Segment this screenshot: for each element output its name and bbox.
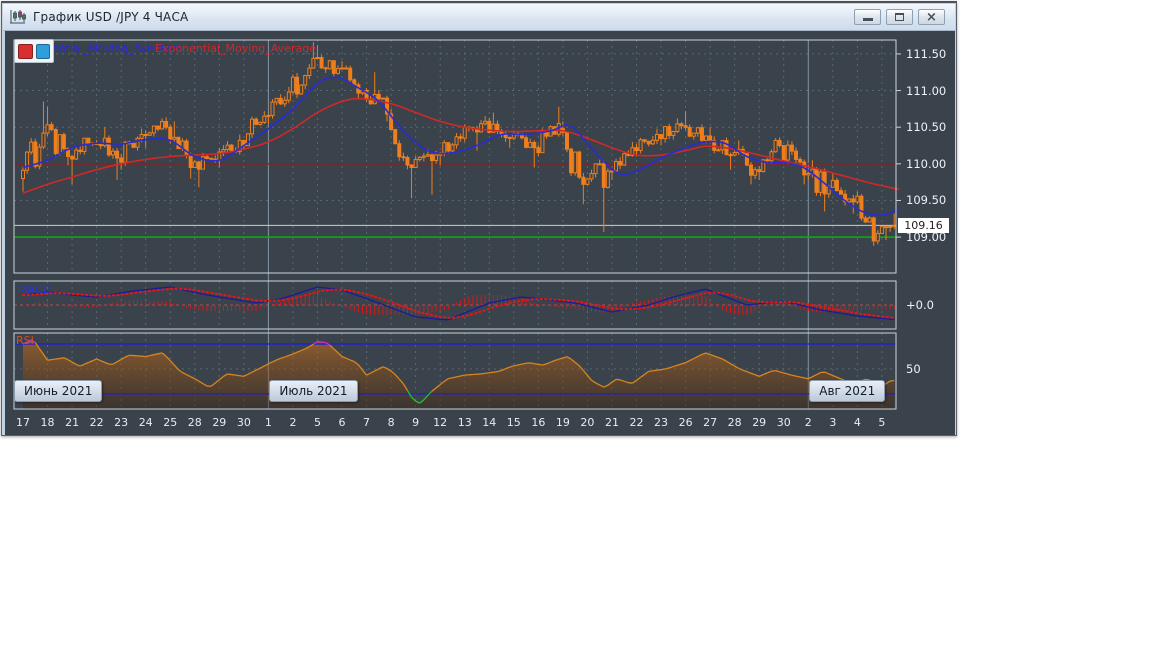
time-axis-label: 2 — [804, 416, 812, 429]
chart-client-area: Exponential_Moving_Average Exponential_M… — [5, 31, 955, 435]
time-axis-label: 7 — [363, 416, 371, 429]
current-price-badge: 109.16 — [898, 217, 949, 233]
time-axis-label: 22 — [89, 416, 104, 429]
month-label-july: Июль 2021 — [269, 380, 358, 402]
gridlines — [14, 40, 896, 409]
time-axis-label: 29 — [212, 416, 227, 429]
time-axis-label: 13 — [457, 416, 472, 429]
time-axis-label: 23 — [114, 416, 129, 429]
month-label-june: Июнь 2021 — [14, 380, 103, 402]
time-axis-label: 12 — [433, 416, 448, 429]
time-axis-label: 30 — [236, 416, 251, 429]
close-button[interactable]: × — [918, 9, 945, 25]
time-axis-label: 6 — [338, 416, 346, 429]
time-axis-label: 22 — [629, 416, 644, 429]
candlesticks-layer — [21, 42, 897, 246]
time-axis-label: 30 — [776, 416, 791, 429]
time-axis-label: 21 — [604, 416, 619, 429]
chart-canvas[interactable] — [5, 31, 955, 435]
time-axis-label: 4 — [853, 416, 861, 429]
candlestick-chart-icon — [10, 10, 26, 24]
window-controls: × — [854, 9, 945, 25]
time-axis-label: 17 — [16, 416, 30, 429]
moving-averages-layer — [22, 76, 900, 216]
time-axis-label: 29 — [752, 416, 767, 429]
month-label-august: Авг 2021 — [809, 380, 886, 402]
panel-borders — [13, 39, 901, 410]
time-axis-label: 16 — [531, 416, 546, 429]
time-axis-label: 26 — [678, 416, 693, 429]
indicator-button-red[interactable] — [18, 43, 33, 59]
time-axis-label: 23 — [654, 416, 669, 429]
time-axis-label: 14 — [482, 416, 497, 429]
time-axis-label: 15 — [506, 416, 521, 429]
indicator-button-blue[interactable] — [35, 43, 50, 59]
time-axis-label: 28 — [727, 416, 742, 429]
time-axis-label: 3 — [829, 416, 837, 429]
time-axis-label: 28 — [187, 416, 202, 429]
close-icon: × — [926, 9, 937, 25]
minimize-button[interactable] — [854, 9, 881, 25]
restore-icon — [895, 13, 904, 21]
minimize-icon — [862, 18, 873, 21]
time-axis-label: 18 — [40, 416, 55, 429]
time-axis-label: 1 — [264, 416, 272, 429]
macd-layer — [22, 286, 896, 321]
rsi-layer — [14, 339, 896, 409]
time-axis-label: 21 — [65, 416, 80, 429]
time-axis-label: 24 — [138, 416, 153, 429]
time-axis-label: 20 — [580, 416, 595, 429]
window-title: График USD /JPY 4 ЧАСА — [33, 10, 189, 24]
time-axis-label: 27 — [703, 416, 718, 429]
time-axis-label: 9 — [412, 416, 420, 429]
time-axis-label: 2 — [289, 416, 297, 429]
indicator-toolbox — [14, 39, 54, 63]
chart-window: График USD /JPY 4 ЧАСА × Exponential_Mov… — [1, 1, 957, 436]
time-axis-label: 8 — [387, 416, 395, 429]
time-axis-label: 5 — [878, 416, 886, 429]
restore-button[interactable] — [886, 9, 913, 25]
time-axis-label: 25 — [163, 416, 178, 429]
time-axis-label: 5 — [313, 416, 321, 429]
title-bar[interactable]: График USD /JPY 4 ЧАСА × — [3, 4, 955, 31]
time-axis-label: 19 — [555, 416, 570, 429]
